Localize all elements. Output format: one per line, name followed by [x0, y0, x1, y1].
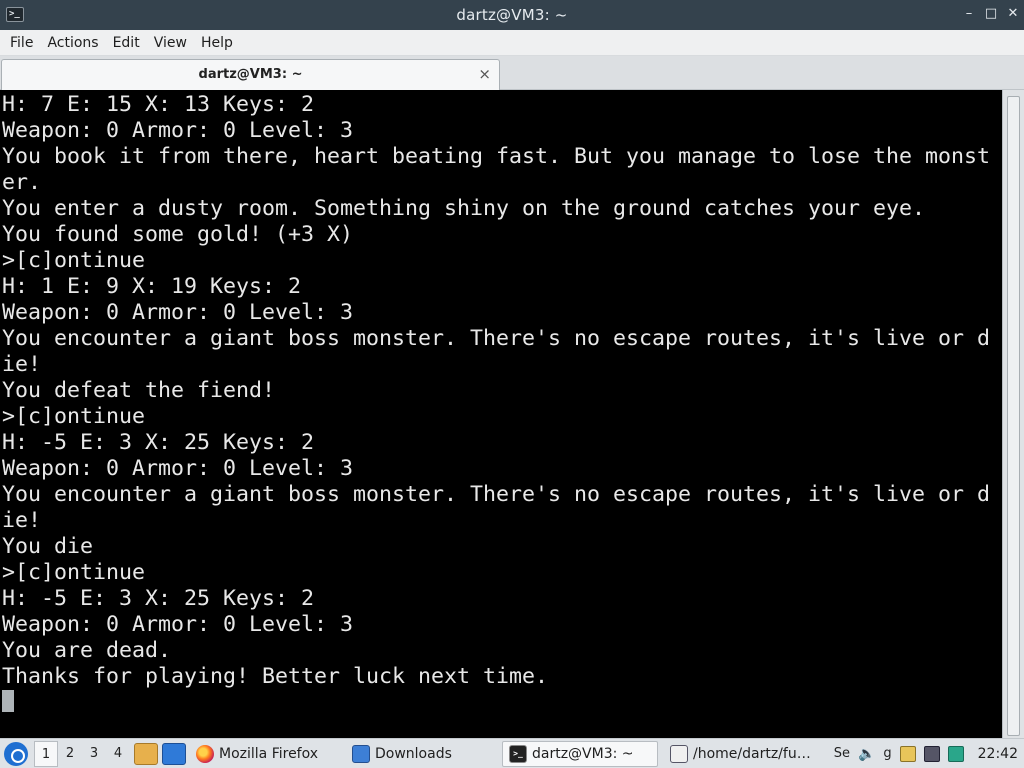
file-manager-icon[interactable]	[134, 742, 158, 765]
tray-item-truncated[interactable]: Se	[834, 746, 850, 761]
terminal-line: Weapon: 0 Armor: 0 Level: 3	[2, 456, 354, 481]
terminal-line: er.	[2, 170, 42, 195]
window-title: dartz@VM3: ~	[456, 6, 568, 24]
scrollbar-thumb[interactable]	[1007, 96, 1020, 736]
terminal-line: You encounter a giant boss monster. Ther…	[2, 482, 991, 507]
terminal-line: You defeat the fiend!	[2, 378, 276, 403]
terminal-line: >[c]ontinue	[2, 404, 146, 429]
minimize-button[interactable]: –	[962, 5, 976, 23]
terminal-line: Weapon: 0 Armor: 0 Level: 3	[2, 612, 354, 637]
clock[interactable]: 22:42	[978, 746, 1018, 762]
terminal-prompt-line	[2, 690, 1002, 716]
terminal-output: H: 7 E: 15 X: 13 Keys: 2 Weapon: 0 Armor:…	[2, 92, 1002, 716]
terminal-line: You die	[2, 534, 94, 559]
terminal-line: You enter a dusty room. Something shiny …	[2, 196, 926, 221]
terminal-line: You encounter a giant boss monster. Ther…	[2, 326, 991, 351]
terminal-line: ie!	[2, 352, 42, 377]
terminal-line: H: -5 E: 3 X: 25 Keys: 2	[2, 430, 315, 455]
workspace-1[interactable]: 1	[34, 740, 58, 767]
show-desktop-icon[interactable]	[162, 742, 186, 765]
terminal-line: H: 1 E: 9 X: 19 Keys: 2	[2, 274, 302, 299]
task-terminal[interactable]: >_ dartz@VM3: ~	[502, 740, 658, 767]
menu-view[interactable]: View	[148, 35, 193, 51]
workspace-2[interactable]: 2	[58, 741, 82, 767]
terminal-line: Weapon: 0 Armor: 0 Level: 3	[2, 300, 354, 325]
firefox-icon	[196, 744, 214, 763]
terminal-line: >[c]ontinue	[2, 248, 146, 273]
close-button[interactable]: ✕	[1006, 5, 1020, 23]
menu-file[interactable]: File	[4, 35, 39, 51]
task-label: /home/dartz/fu…	[693, 745, 811, 762]
folder-icon	[352, 744, 370, 763]
task-label: dartz@VM3: ~	[532, 745, 634, 762]
task-firefox[interactable]: Mozilla Firefox	[190, 741, 340, 767]
clipboard-icon[interactable]	[899, 745, 916, 762]
terminal-line: H: 7 E: 15 X: 13 Keys: 2	[2, 92, 315, 117]
monitor-icon[interactable]	[923, 745, 940, 762]
tab-bar: dartz@VM3: ~ ⨯	[0, 56, 1024, 90]
window-titlebar: >_ dartz@VM3: ~ – □ ✕	[0, 0, 1024, 30]
workspace-4[interactable]: 4	[106, 741, 130, 767]
tab-terminal[interactable]: dartz@VM3: ~ ⨯	[1, 59, 500, 90]
start-menu-icon[interactable]	[4, 741, 28, 766]
taskbar: 1 2 3 4 Mozilla Firefox Downloads >_ dar…	[0, 738, 1024, 768]
volume-icon[interactable]: 🔈	[858, 746, 875, 762]
terminal-view[interactable]: H: 7 E: 15 X: 13 Keys: 2 Weapon: 0 Armor:…	[0, 90, 1024, 738]
menu-edit[interactable]: Edit	[107, 35, 146, 51]
terminal-line: ie!	[2, 508, 42, 533]
menu-help[interactable]: Help	[195, 35, 239, 51]
text-editor-icon	[670, 744, 688, 763]
terminal-line: You found some gold! (+3 X)	[2, 222, 354, 247]
terminal-icon: >_	[509, 744, 527, 763]
menu-bar: File Actions Edit View Help	[0, 30, 1024, 56]
menu-actions[interactable]: Actions	[41, 35, 104, 51]
task-downloads[interactable]: Downloads	[346, 741, 496, 767]
task-label: Downloads	[375, 745, 452, 762]
terminal-line: You book it from there, heart beating fa…	[2, 144, 991, 169]
text-cursor	[2, 690, 14, 712]
tab-close-icon[interactable]: ⨯	[478, 65, 491, 83]
terminal-line: Weapon: 0 Armor: 0 Level: 3	[2, 118, 354, 143]
terminal-line: H: -5 E: 3 X: 25 Keys: 2	[2, 586, 315, 611]
task-text-editor[interactable]: /home/dartz/fu…	[664, 741, 822, 767]
task-label: Mozilla Firefox	[219, 745, 319, 762]
system-tray: Se 🔈 g 22:42	[834, 745, 1024, 762]
tray-item-truncated-2[interactable]: g	[883, 746, 891, 761]
terminal-line: You are dead.	[2, 638, 172, 663]
maximize-button[interactable]: □	[984, 5, 998, 23]
network-icon[interactable]	[947, 745, 964, 762]
tab-label: dartz@VM3: ~	[198, 67, 303, 82]
terminal-line: >[c]ontinue	[2, 560, 146, 585]
workspace-3[interactable]: 3	[82, 741, 106, 767]
terminal-scrollbar[interactable]	[1002, 90, 1024, 738]
terminal-line: Thanks for playing! Better luck next tim…	[2, 664, 549, 689]
